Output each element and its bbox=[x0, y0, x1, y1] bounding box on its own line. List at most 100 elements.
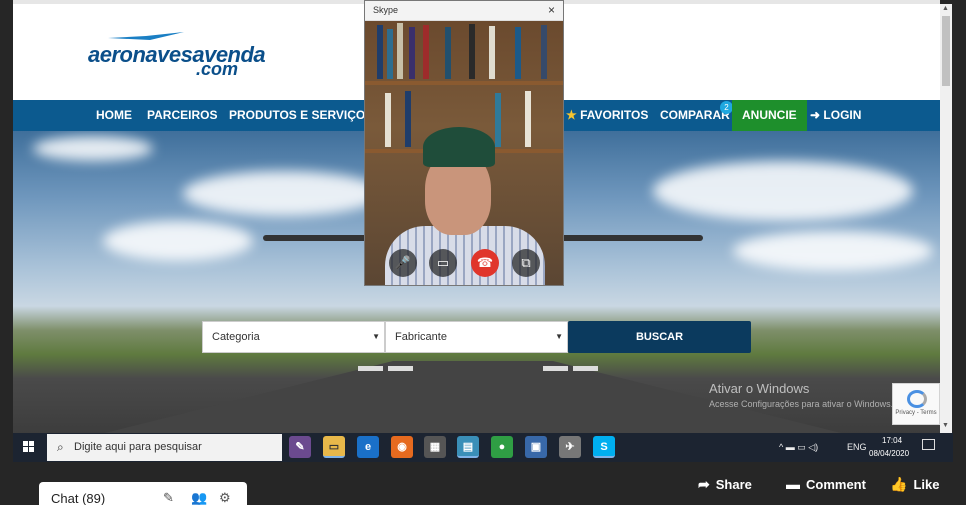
nav-login-label: LOGIN bbox=[823, 108, 862, 122]
windows-start-icon[interactable] bbox=[23, 441, 35, 453]
hang-up-icon[interactable]: ☎ bbox=[471, 249, 499, 277]
stream-bottom-bar: Chat (89) ✎ 👥 ⚙ ➦ Share ▬ Comment 👍 Like bbox=[0, 462, 966, 505]
tray-icons[interactable]: ^ ▬ ▭ ◁) bbox=[779, 442, 818, 453]
nav-anuncie[interactable]: ANUNCIE bbox=[732, 100, 807, 131]
scroll-up-icon[interactable]: ▲ bbox=[942, 5, 949, 12]
runway bbox=[73, 361, 873, 433]
skype-window-title: Skype bbox=[373, 5, 399, 15]
chat-tab[interactable]: Chat (89) ✎ 👥 ⚙ bbox=[39, 482, 247, 505]
popout-icon[interactable]: ⧉ bbox=[512, 249, 540, 277]
runway-marking bbox=[543, 366, 568, 371]
taskbar-search-box[interactable]: ⌕ Digite aqui para pesquisar bbox=[47, 434, 282, 461]
app-icon-notes[interactable]: ▤ bbox=[457, 436, 479, 458]
windows-taskbar: ⌕ Digite aqui para pesquisar ✎ ▭ e ◉ ▦ ▤… bbox=[13, 433, 953, 462]
nav-favoritos[interactable]: ★ FAVORITOS bbox=[566, 100, 648, 131]
skype-titlebar[interactable]: Skype × bbox=[365, 1, 563, 21]
book bbox=[515, 27, 521, 79]
scroll-thumb[interactable] bbox=[942, 16, 950, 86]
logo-text: aeronavesavenda bbox=[88, 42, 266, 67]
calculator-icon[interactable]: ▦ bbox=[424, 436, 446, 458]
edit-icon[interactable]: ✎ bbox=[163, 490, 174, 505]
site-logo[interactable]: aeronavesavenda .com bbox=[88, 26, 273, 81]
comment-icon: ▬ bbox=[786, 476, 800, 492]
windows-activation-subtitle: Acesse Configurações para ativar o Windo… bbox=[709, 399, 894, 409]
share-icon: ➦ bbox=[698, 476, 710, 492]
scroll-down-icon[interactable]: ▼ bbox=[942, 422, 949, 429]
book bbox=[423, 25, 429, 79]
star-icon: ★ bbox=[566, 108, 577, 122]
tray-language[interactable]: ENG bbox=[847, 442, 867, 452]
recaptcha-badge[interactable]: Privacy - Terms bbox=[892, 383, 940, 425]
cloud bbox=[733, 231, 933, 271]
skype-call-window[interactable]: Skype × 🎤 ▭ ☎ ⧉ bbox=[364, 0, 564, 286]
page-scrollbar[interactable]: ▲ ▼ bbox=[940, 4, 952, 433]
nav-produtos-servicos[interactable]: PRODUTOS E SERVIÇOS bbox=[229, 100, 373, 131]
book bbox=[409, 27, 415, 79]
microphone-icon[interactable]: 🎤 bbox=[389, 249, 417, 277]
thumbs-up-icon: 👍 bbox=[890, 476, 908, 492]
clock-date[interactable]: 08/04/2020 bbox=[869, 449, 909, 458]
video-off-icon[interactable]: ▭ bbox=[429, 249, 457, 277]
app-icon-network[interactable]: ▣ bbox=[525, 436, 547, 458]
comment-label: Comment bbox=[806, 477, 866, 492]
book bbox=[495, 93, 501, 147]
book bbox=[469, 24, 475, 79]
firefox-icon[interactable]: ◉ bbox=[391, 436, 413, 458]
like-button[interactable]: 👍 Like bbox=[890, 476, 939, 493]
skype-icon[interactable]: S bbox=[593, 436, 615, 458]
cloud bbox=[183, 171, 383, 216]
nav-home[interactable]: HOME bbox=[96, 100, 132, 131]
clock-time[interactable]: 17:04 bbox=[882, 436, 902, 445]
book bbox=[385, 93, 391, 147]
chat-label: Chat (89) bbox=[51, 491, 106, 505]
share-label: Share bbox=[715, 477, 752, 492]
recaptcha-terms: Privacy - Terms bbox=[895, 410, 937, 416]
close-icon[interactable]: × bbox=[548, 3, 555, 17]
search-button[interactable]: BUSCAR bbox=[568, 321, 751, 353]
nav-login[interactable]: ➜ LOGIN bbox=[810, 100, 861, 131]
book bbox=[387, 29, 393, 79]
dropdown-arrow-icon: ▼ bbox=[555, 332, 563, 341]
screen: aeronavesavenda .com HOME PARCEIROS PROD… bbox=[0, 0, 966, 505]
windows-activation-title: Ativar o Windows bbox=[709, 381, 810, 396]
book bbox=[397, 23, 403, 79]
login-icon: ➜ bbox=[810, 108, 821, 122]
notification-icon[interactable] bbox=[922, 439, 935, 450]
book bbox=[405, 91, 411, 147]
book bbox=[525, 91, 531, 147]
video-feed: 🎤 ▭ ☎ ⧉ bbox=[365, 21, 563, 285]
folder-icon[interactable]: ▭ bbox=[323, 436, 345, 458]
runway-marking bbox=[573, 366, 598, 371]
person-cap bbox=[423, 127, 495, 167]
search-icon: ⌕ bbox=[57, 440, 64, 454]
app-icon-paint[interactable]: ✎ bbox=[289, 436, 311, 458]
chrome-icon[interactable]: ● bbox=[491, 436, 513, 458]
cloud bbox=[653, 161, 913, 221]
nav-favoritos-label: FAVORITOS bbox=[580, 108, 649, 122]
cloud bbox=[103, 221, 253, 261]
manufacturer-select[interactable]: Fabricante ▼ bbox=[385, 321, 568, 353]
cloud bbox=[33, 136, 153, 161]
runway-marking bbox=[388, 366, 413, 371]
book bbox=[489, 26, 495, 79]
book bbox=[377, 25, 383, 79]
runway-marking bbox=[358, 366, 383, 371]
gear-icon[interactable]: ⚙ bbox=[219, 490, 231, 505]
like-label: Like bbox=[913, 477, 940, 492]
category-select[interactable]: Categoria ▼ bbox=[202, 321, 385, 353]
book bbox=[445, 27, 451, 79]
comment-button[interactable]: ▬ Comment bbox=[786, 476, 866, 492]
taskbar-search-placeholder: Digite aqui para pesquisar bbox=[74, 441, 202, 453]
book bbox=[541, 25, 547, 79]
nav-parceiros[interactable]: PARCEIROS bbox=[147, 100, 217, 131]
people-icon[interactable]: 👥 bbox=[191, 490, 207, 505]
recaptcha-icon bbox=[907, 390, 927, 408]
internet-explorer-icon[interactable]: e bbox=[357, 436, 379, 458]
bookshelf bbox=[365, 81, 563, 85]
logo-domain: .com bbox=[196, 59, 239, 79]
manufacturer-select-value: Fabricante bbox=[395, 331, 447, 343]
category-select-value: Categoria bbox=[212, 331, 260, 343]
share-button[interactable]: ➦ Share bbox=[698, 476, 752, 493]
dropdown-arrow-icon: ▼ bbox=[372, 332, 380, 341]
app-icon-tools[interactable]: ✈ bbox=[559, 436, 581, 458]
